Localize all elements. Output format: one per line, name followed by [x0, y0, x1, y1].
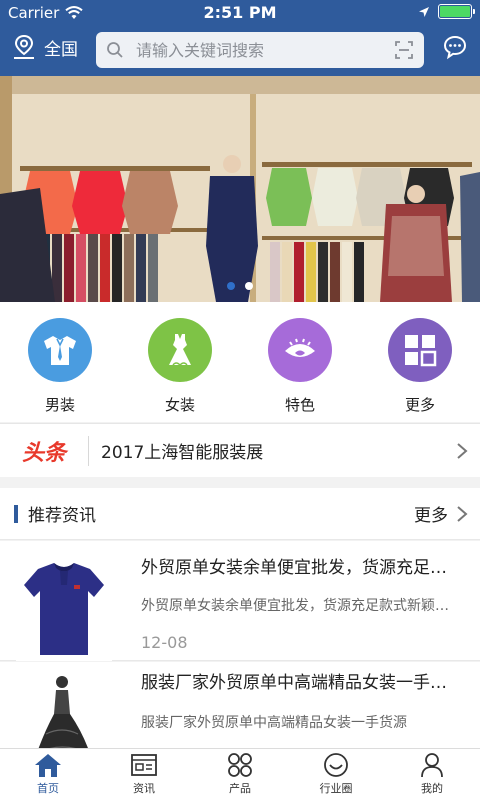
message-icon[interactable]	[442, 34, 468, 60]
tab-label: 行业圈	[319, 782, 353, 795]
category-icon-circle	[268, 318, 332, 382]
category-icon-circle	[388, 318, 452, 382]
status-time: 2:51 PM	[203, 3, 277, 22]
banner-carousel[interactable]	[0, 76, 480, 302]
category-womenswear[interactable]: 女装	[120, 302, 240, 422]
tab-profile[interactable]: 我的	[384, 749, 480, 800]
tab-home[interactable]: 首页	[0, 749, 96, 800]
news-date: 12-08	[141, 633, 188, 652]
category-more[interactable]: 更多	[360, 302, 480, 422]
tab-label: 首页	[37, 782, 59, 795]
news-icon	[131, 754, 157, 776]
search-icon	[107, 42, 123, 58]
home-icon	[35, 754, 61, 777]
headline-tag: 头条	[21, 440, 66, 466]
battery-icon	[438, 4, 475, 19]
carousel-dot[interactable]	[227, 282, 235, 290]
category-label: 特色	[284, 396, 315, 414]
user-icon	[421, 753, 443, 778]
carousel-dot[interactable]	[245, 282, 253, 290]
category-label: 女装	[164, 396, 195, 414]
shirt-icon	[44, 336, 76, 365]
search-box[interactable]	[96, 32, 424, 68]
products-icon	[228, 753, 252, 777]
news-summary: 服装厂家外贸原单中高端精品女装一手货源	[141, 715, 407, 731]
category-icon-circle	[148, 318, 212, 382]
category-grid: 男装 女装 特色 更多	[0, 302, 480, 422]
location-arrow-icon	[419, 6, 429, 17]
status-bar: Carrier 2:51 PM	[0, 0, 480, 26]
carousel-indicator	[0, 282, 480, 290]
news-item[interactable]: 外贸原单女装余单便宜批发，货源充足款式新颖 外贸原单女装余单便宜批发，货源充足款…	[0, 541, 480, 661]
grid-icon	[405, 335, 437, 367]
location-label: 全国	[44, 39, 78, 60]
search-input[interactable]	[136, 40, 394, 60]
location-pin-icon	[14, 34, 34, 59]
section-title: 推荐资讯	[28, 506, 96, 526]
more-label: 更多	[414, 506, 448, 526]
headline-bar[interactable]: 头条 2017上海智能服装展	[0, 423, 480, 477]
location-selector[interactable]: 全国	[12, 34, 78, 60]
dress-icon	[169, 334, 191, 366]
tab-label: 资讯	[133, 782, 155, 795]
circle-icon	[324, 753, 348, 777]
tab-products[interactable]: 产品	[192, 749, 288, 800]
eye-icon	[285, 338, 315, 357]
tab-label: 我的	[421, 782, 443, 795]
category-featured[interactable]: 特色	[240, 302, 360, 422]
news-item[interactable]: 服装厂家外贸原单中高端精品女装一手货源 服装厂家外贸原单中高端精品女装一手货源	[0, 662, 480, 748]
chevron-right-icon	[457, 505, 468, 522]
more-link[interactable]: 更多	[414, 501, 468, 526]
category-menswear[interactable]: 男装	[0, 302, 120, 422]
news-thumbnail	[16, 551, 112, 661]
category-icon-circle	[28, 318, 92, 382]
news-title[interactable]: 外贸原单女装余单便宜批发，货源充足款式新颖	[141, 553, 460, 578]
tab-industry-circle[interactable]: 行业圈	[288, 749, 384, 800]
headline-text[interactable]: 2017上海智能服装展	[89, 438, 444, 463]
section-accent-bar	[14, 504, 18, 523]
scan-icon[interactable]	[394, 40, 414, 60]
category-label: 男装	[44, 396, 75, 414]
news-summary: 外贸原单女装余单便宜批发，货源充足款式新颖，欢迎选购	[141, 598, 460, 614]
chevron-right-icon	[457, 442, 468, 459]
app-header: Carrier 2:51 PM 全国	[0, 0, 480, 76]
recommended-header: 推荐资讯 更多	[0, 488, 480, 540]
news-thumbnail	[16, 670, 112, 748]
news-title[interactable]: 服装厂家外贸原单中高端精品女装一手货源	[141, 668, 460, 693]
bottom-tab-bar: 首页 资讯 产品 行业圈 我的	[0, 748, 480, 800]
category-label: 更多	[404, 396, 435, 414]
banner-image	[0, 76, 480, 302]
tab-label: 产品	[229, 782, 251, 795]
search-row: 全国	[0, 28, 480, 72]
tab-news[interactable]: 资讯	[96, 749, 192, 800]
